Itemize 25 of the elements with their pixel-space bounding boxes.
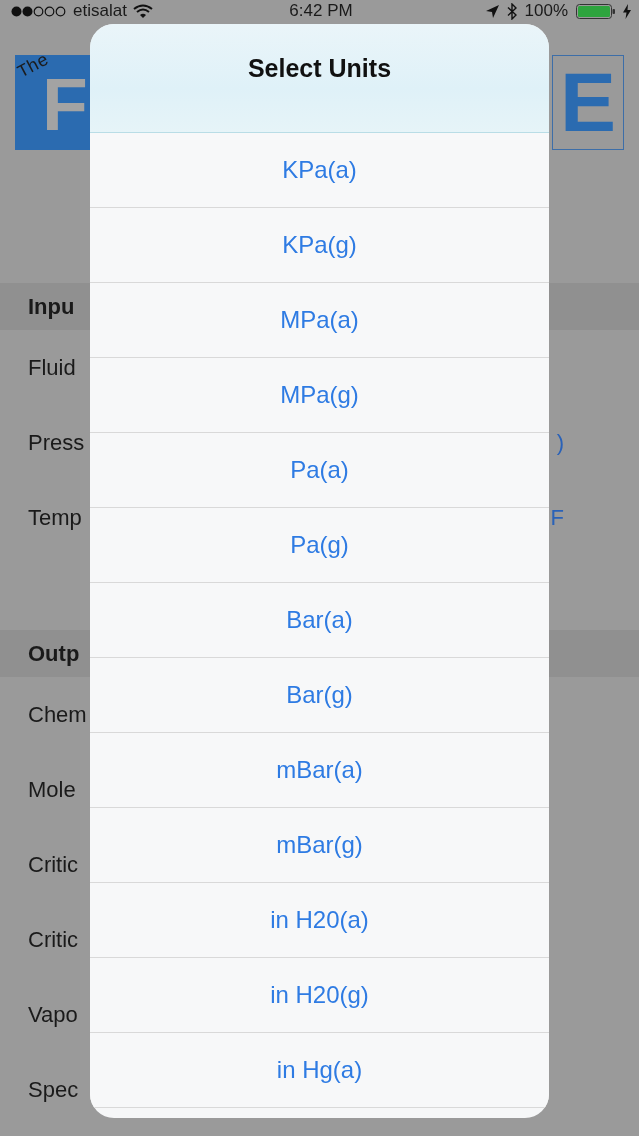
row-label: Press [28, 429, 85, 456]
carrier-name: etisalat [73, 1, 127, 21]
location-arrow-icon [485, 4, 499, 18]
row-value[interactable]: F [550, 504, 564, 531]
battery-percent: 100% [524, 1, 568, 21]
row-label: Critic [28, 851, 79, 878]
bluetooth-icon [506, 2, 517, 20]
row-value[interactable]: ) [556, 429, 564, 456]
charging-bolt-icon [623, 3, 631, 19]
row-label: Fluid [28, 354, 76, 381]
row-label: Vapo [28, 1001, 78, 1028]
row-label: Spec [28, 1076, 79, 1103]
logo-letter: F [42, 77, 88, 131]
row-label: Mole [28, 776, 76, 803]
dialog-title: Select Units [247, 53, 392, 83]
signal-icon [11, 5, 67, 17]
clock-time: 6:42 PM [289, 1, 353, 21]
section-title: Outp [28, 640, 80, 667]
section-title: Inpu [28, 293, 75, 320]
row-label: Temp [28, 504, 82, 531]
logo-letter: E [560, 71, 616, 134]
row-label: Chem [28, 701, 87, 728]
wifi-icon [132, 4, 153, 18]
row-label: Critic [28, 926, 79, 953]
battery-icon [576, 3, 615, 19]
